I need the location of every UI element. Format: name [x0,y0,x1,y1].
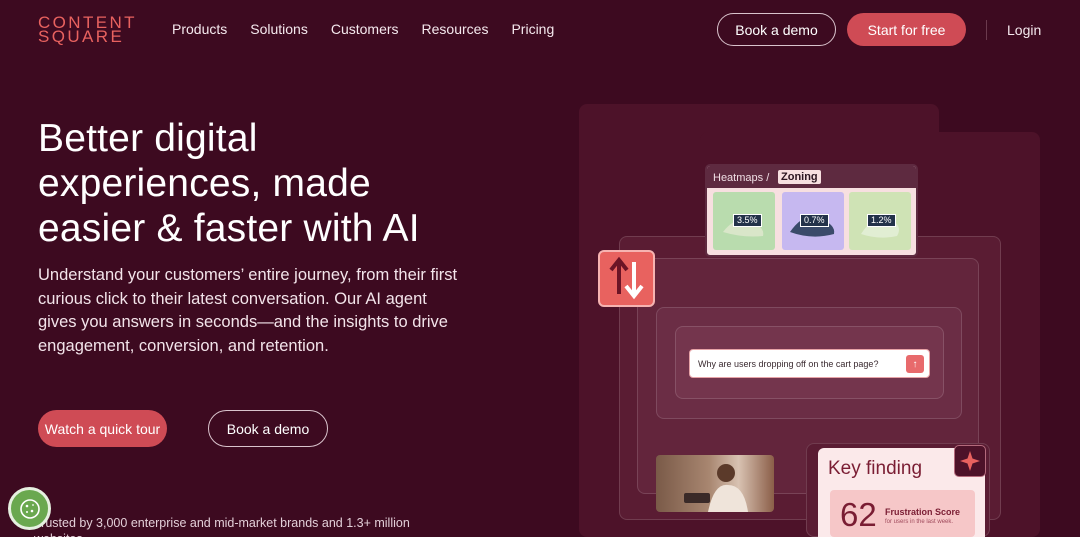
key-finding-title: Key finding [828,458,923,479]
frustration-score-panel: 62 Frustration Score for users in the la… [830,490,975,537]
start-free-button[interactable]: Start for free [847,13,966,46]
frustration-score-subtitle: for users in the last week. [885,519,954,525]
heatmap-zoning-card: Heatmaps / Zoning 3.5% 0.7% 1.2% [705,164,918,257]
nav-link-solutions[interactable]: Solutions [250,21,308,37]
heatmap-card-header: Heatmaps / Zoning [707,166,916,188]
headline-line-1: Better digital [38,117,258,160]
headline-line-2: experiences, made [38,162,371,205]
hero-subtext: Understand your customers’ entire journe… [38,266,458,356]
nav-link-products[interactable]: Products [172,21,227,37]
cookie-settings-icon[interactable] [8,487,51,530]
ai-sparkle-icon [954,445,986,477]
book-demo-button[interactable]: Book a demo [717,13,836,46]
nav-link-customers[interactable]: Customers [331,21,399,37]
login-link[interactable]: Login [1007,22,1041,38]
nav-divider [986,20,987,40]
ai-query-box: Why are users dropping off on the cart p… [689,349,930,378]
heatmap-zoning-label: Zoning [778,170,821,184]
customer-photo [656,455,774,512]
frustration-score-label: Frustration Score [885,507,961,517]
watch-tour-button[interactable]: Watch a quick tour [38,410,167,447]
heatmap-breadcrumb: Heatmaps / [713,172,770,184]
hero-headline: Better digital experiences, made easier … [38,116,508,251]
send-arrow-icon: ↑ [906,355,924,373]
sort-arrows-icon [598,250,655,307]
nav-link-pricing[interactable]: Pricing [511,21,554,37]
nav-links: Products Solutions Customers Resources P… [172,21,577,37]
frustration-score-value: 62 [840,496,877,533]
logo-line-2: SQUARE [38,27,125,46]
trusted-by-text: Trusted by 3,000 enterprise and mid-mark… [34,516,410,537]
heatmap-value-3: 1.2% [867,214,896,227]
contentsquare-logo[interactable]: CONTENT SQUARE [38,14,137,46]
heatmap-value-2: 0.7% [800,214,829,227]
nav-link-resources[interactable]: Resources [422,21,489,37]
ai-query-text: Why are users dropping off on the cart p… [698,358,879,369]
heatmap-value-1: 3.5% [733,214,762,227]
headline-line-3: easier & faster with AI [38,207,420,250]
top-nav: CONTENT SQUARE Products Solutions Custom… [0,0,1080,60]
hero-book-demo-button[interactable]: Book a demo [208,410,328,447]
